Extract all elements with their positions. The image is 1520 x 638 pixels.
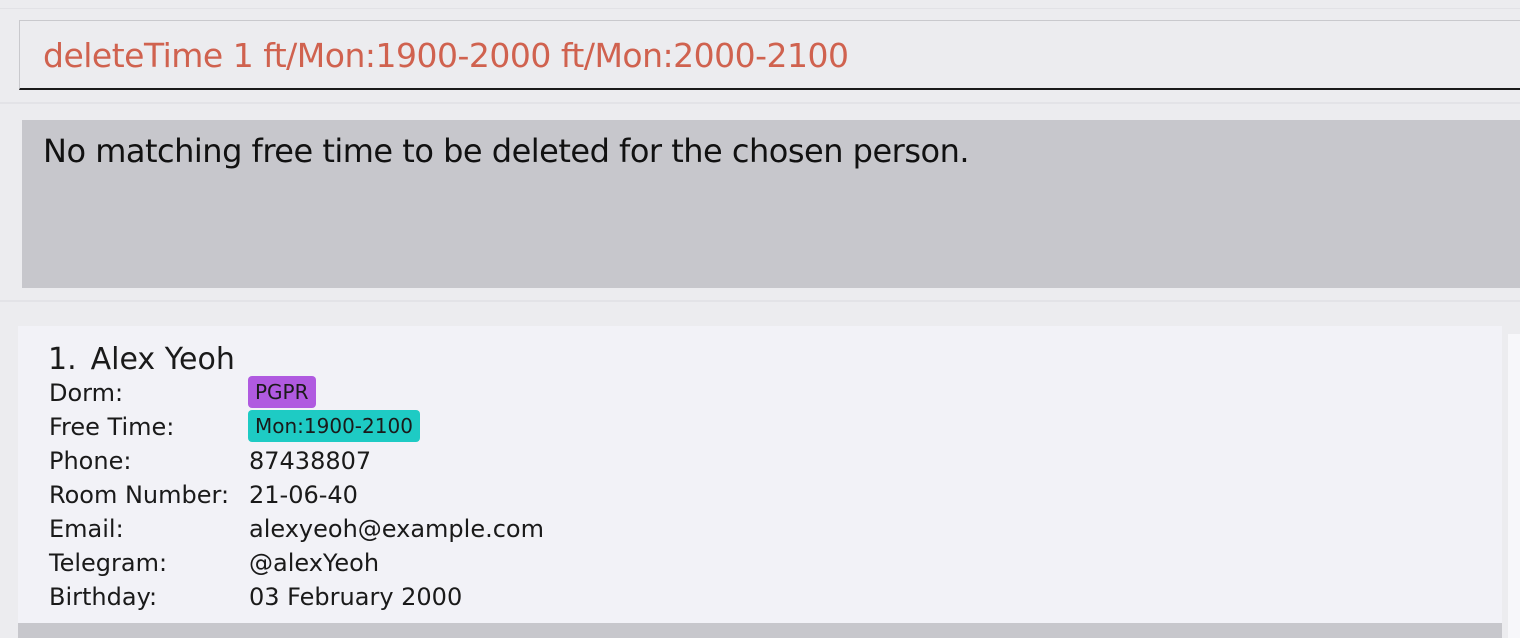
email-label: Email: <box>49 515 124 543</box>
birthday-label: Birthday: <box>49 583 158 611</box>
email-value: alexyeoh@example.com <box>249 515 544 543</box>
room-number-value: 21-06-40 <box>249 481 358 509</box>
birthday-value: 03 February 2000 <box>249 583 463 611</box>
telegram-value: @alexYeoh <box>249 549 380 577</box>
person-list[interactable]: 1. Alex Yeoh Dorm: PGPR Free Time: Mon:19… <box>18 326 1502 638</box>
result-display: No matching free time to be deleted for … <box>22 120 1520 288</box>
top-strip <box>0 0 1520 9</box>
person-name: Alex Yeoh <box>90 342 235 377</box>
command-input-text[interactable]: deleteTime 1 ft/Mon:1900-2000 ft/Mon:200… <box>43 36 849 75</box>
telegram-label: Telegram: <box>49 549 168 577</box>
list-scrollbar[interactable] <box>1508 334 1520 638</box>
dorm-tag: PGPR <box>248 376 316 408</box>
command-input[interactable]: deleteTime 1 ft/Mon:1900-2000 ft/Mon:200… <box>19 20 1520 90</box>
result-message: No matching free time to be deleted for … <box>43 132 970 170</box>
person-card-next[interactable] <box>18 623 1502 638</box>
person-index: 1. <box>48 342 77 377</box>
phone-label: Phone: <box>49 447 132 475</box>
dorm-label: Dorm: <box>49 379 124 407</box>
phone-value: 87438807 <box>249 447 372 475</box>
divider <box>0 102 1520 104</box>
free-time-tag: Mon:1900-2100 <box>248 410 420 442</box>
divider <box>0 300 1520 302</box>
person-card-title: 1. Alex Yeoh <box>48 342 235 377</box>
room-number-label: Room Number: <box>49 481 230 509</box>
free-time-label: Free Time: <box>49 413 175 441</box>
